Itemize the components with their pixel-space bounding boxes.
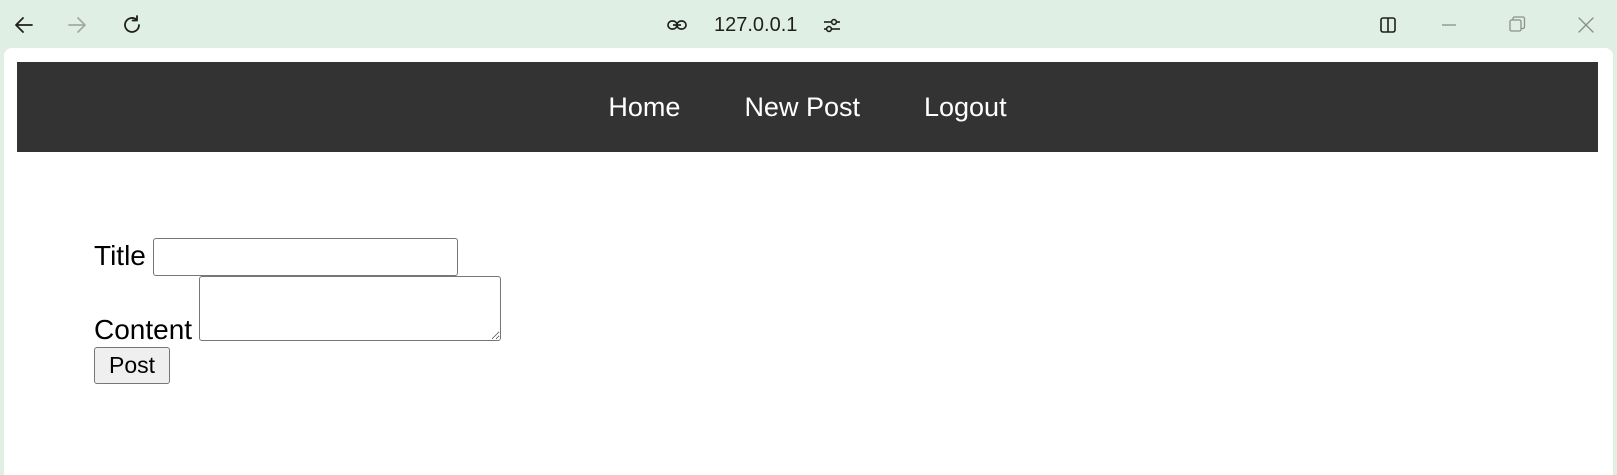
title-row: Title: [94, 238, 514, 278]
split-view-icon: [1380, 17, 1396, 33]
back-arrow-icon: [15, 17, 33, 33]
split-view-button[interactable]: [1372, 9, 1404, 41]
content-label: Content: [94, 314, 193, 345]
close-icon: [1578, 17, 1594, 33]
link-icon: [667, 20, 687, 30]
back-button[interactable]: [8, 9, 40, 41]
title-input[interactable]: [153, 238, 458, 276]
minimize-button[interactable]: [1433, 9, 1465, 41]
page-viewport: Home New Post Logout Title Content Post: [4, 48, 1613, 475]
nav-link-home[interactable]: Home: [576, 90, 712, 124]
close-window-button[interactable]: [1570, 9, 1602, 41]
restore-icon: [1509, 16, 1526, 32]
post-button[interactable]: Post: [94, 347, 170, 384]
content-textarea[interactable]: [199, 276, 501, 341]
address-bar-url[interactable]: 127.0.0.1: [714, 12, 797, 38]
nav-link-logout[interactable]: Logout: [892, 90, 1039, 124]
reload-icon: [124, 15, 140, 33]
reload-button[interactable]: [116, 9, 148, 41]
nav-link-new-post[interactable]: New Post: [712, 90, 892, 124]
browser-titlebar: 127.0.0.1: [0, 0, 1617, 48]
site-info-button[interactable]: [661, 9, 693, 41]
minimize-icon: [1442, 24, 1456, 26]
forward-arrow-icon: [68, 17, 86, 33]
sliders-icon: [824, 18, 840, 33]
page-settings-button[interactable]: [816, 9, 848, 41]
forward-button[interactable]: [61, 9, 93, 41]
content-row: Content: [94, 276, 514, 345]
top-navbar: Home New Post Logout: [17, 62, 1598, 152]
maximize-button[interactable]: [1501, 9, 1533, 41]
title-label: Title: [94, 240, 146, 271]
